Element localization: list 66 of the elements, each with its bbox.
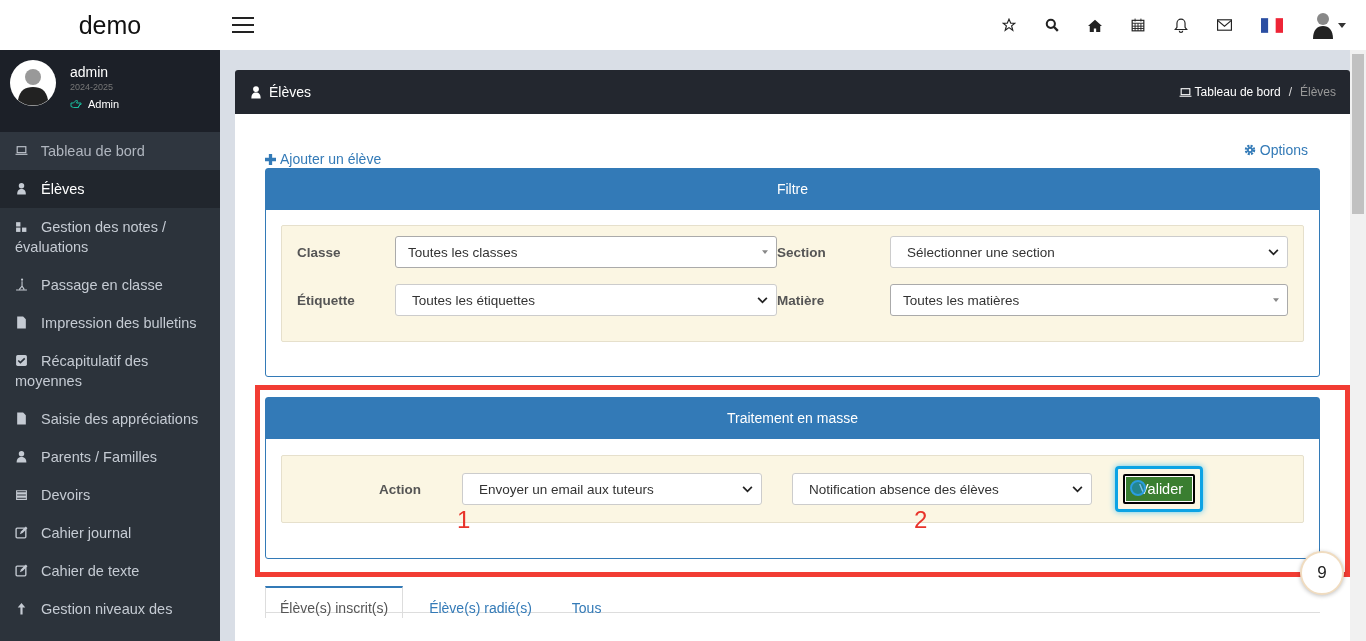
star-icon[interactable] <box>1002 18 1016 32</box>
sitemap-icon <box>15 220 28 233</box>
chevron-down-icon <box>1268 248 1279 256</box>
breadcrumb-current: Élèves <box>1299 85 1336 99</box>
annotation-number: 1 <box>457 506 471 534</box>
checkbox-icon <box>15 354 28 367</box>
stack-icon <box>15 488 28 501</box>
edit-icon <box>15 564 28 577</box>
breadcrumb-link[interactable]: Tableau de bord <box>1178 85 1281 99</box>
select-field[interactable]: Envoyer un email aux tuteurs <box>462 473 762 505</box>
user-name: admin <box>70 64 110 80</box>
sidebar-item[interactable]: Élèves <box>0 170 220 208</box>
tab[interactable]: Élève(s) radié(s) <box>409 588 552 618</box>
select-field[interactable]: Toutes les classes <box>395 236 777 268</box>
tab[interactable]: Élève(s) inscrit(s) <box>265 586 404 618</box>
caret-icon <box>1273 298 1279 302</box>
scrollbar[interactable] <box>1350 50 1366 641</box>
field-label: Section <box>777 244 827 260</box>
field-label: Action <box>378 481 422 497</box>
calendar-icon[interactable] <box>1131 18 1145 32</box>
brand-logo-text[interactable]: demo <box>0 10 220 40</box>
laptop-icon <box>1178 86 1192 98</box>
walking-icon <box>15 278 28 291</box>
plus-icon <box>265 153 276 165</box>
select-field[interactable]: Sélectionner une section <box>890 236 1288 268</box>
options-link[interactable]: Options <box>1243 140 1308 160</box>
avatar <box>10 60 56 106</box>
page-title: Élèves <box>269 84 312 100</box>
chevron-down-icon <box>757 296 768 304</box>
menu-icon[interactable] <box>232 17 254 33</box>
user-menu[interactable] <box>1312 11 1346 39</box>
file-icon <box>15 412 28 425</box>
caret-icon <box>1338 22 1346 28</box>
school-year: 2024-2025 <box>70 82 115 92</box>
caret-icon <box>762 250 768 254</box>
user-role: Admin <box>88 98 120 110</box>
breadcrumb-separator: / <box>1288 85 1292 99</box>
chevron-down-icon <box>1072 485 1083 493</box>
student-icon <box>249 85 263 99</box>
user-icon <box>15 450 28 463</box>
sidebar-item[interactable]: Tableau de bord <box>0 132 220 170</box>
annotation-number: 2 <box>914 506 928 534</box>
student-icon <box>15 182 28 195</box>
panel-title: Traitement en masse <box>266 398 1319 439</box>
file-icon <box>15 316 28 329</box>
field-label: Classe <box>297 244 342 260</box>
chevron-down-icon <box>742 485 753 493</box>
bell-icon[interactable] <box>1174 17 1188 33</box>
select-field[interactable]: Toutes les étiquettes <box>395 284 777 316</box>
select-field[interactable]: Toutes les matières <box>890 284 1288 316</box>
panel-title: Filtre <box>266 169 1319 210</box>
laptop-icon <box>15 144 28 157</box>
field-label: Matière <box>777 292 826 308</box>
step-badge: 9 <box>1300 551 1344 595</box>
hand-pointing-icon <box>70 99 82 109</box>
select-field[interactable]: Notification absence des élèves <box>792 473 1092 505</box>
settings-icon <box>1243 144 1256 156</box>
flag-icon[interactable] <box>1261 17 1283 33</box>
search-icon[interactable] <box>1045 18 1059 32</box>
home-icon[interactable] <box>1088 18 1102 32</box>
field-label: Étiquette <box>297 292 356 308</box>
edit-icon <box>15 526 28 539</box>
add-student-link[interactable]: Ajouter un élève <box>265 149 382 169</box>
user-silhouette-icon <box>1312 11 1334 39</box>
tab[interactable]: Tous <box>551 588 622 618</box>
mail-icon[interactable] <box>1217 19 1232 31</box>
